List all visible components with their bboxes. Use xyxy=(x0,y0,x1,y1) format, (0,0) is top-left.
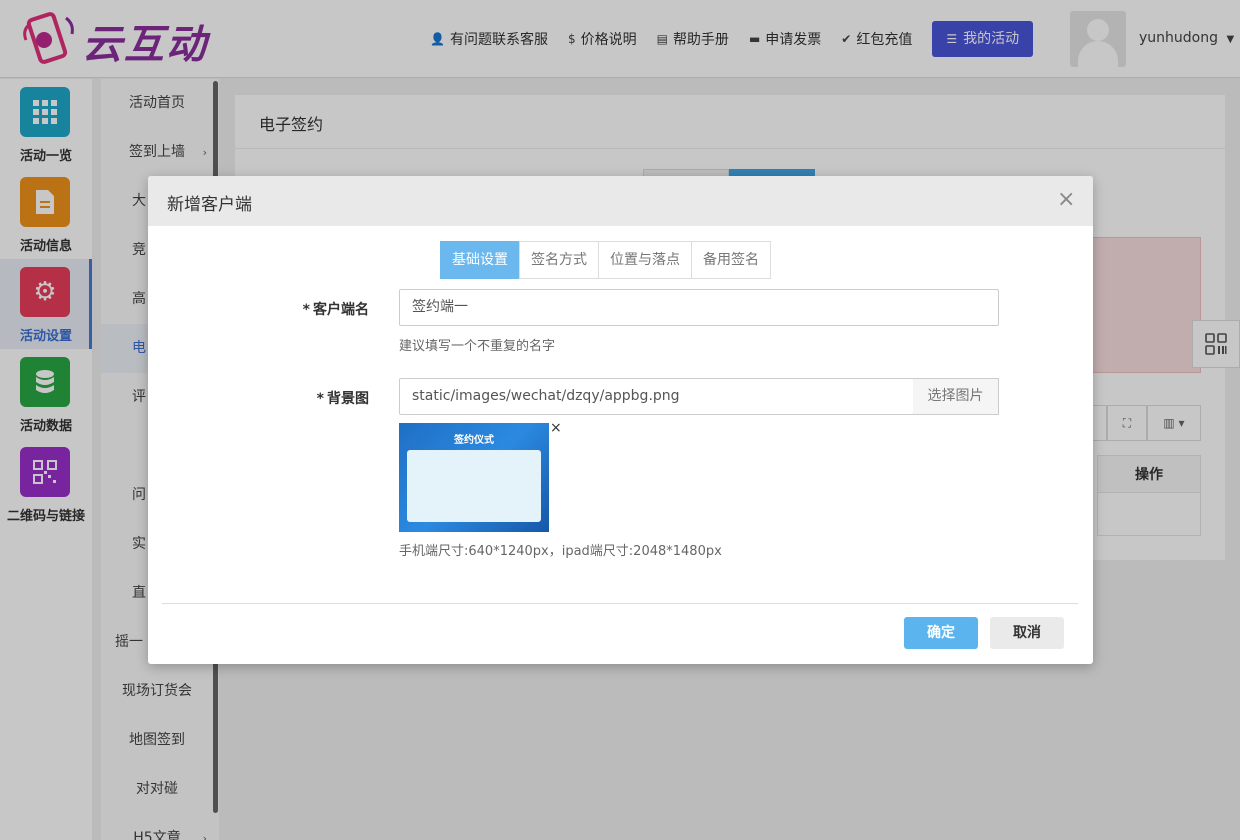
tab-position-placement[interactable]: 位置与落点 xyxy=(598,241,692,279)
required-mark: * xyxy=(316,391,324,407)
dialog-tabs: 基础设置 签名方式 位置与落点 备用签名 xyxy=(440,241,771,279)
tab-backup-signature[interactable]: 备用签名 xyxy=(691,241,771,279)
client-name-input[interactable]: 签约端一 xyxy=(399,289,999,326)
tab-basic-settings[interactable]: 基础设置 xyxy=(440,241,520,279)
add-client-dialog: 新增客户端 × 基础设置 签名方式 位置与落点 备用签名 * 客户端名 签约端一 … xyxy=(148,176,1093,664)
confirm-button[interactable]: 确定 xyxy=(904,617,978,649)
client-name-help: 建议填写一个不重复的名字 xyxy=(399,339,556,354)
background-label-text: 背景图 xyxy=(327,391,369,407)
thumbnail-card xyxy=(407,450,541,522)
background-label: * 背景图 xyxy=(249,388,369,408)
required-mark: * xyxy=(302,302,310,318)
client-name-label: * 客户端名 xyxy=(249,299,369,319)
background-thumbnail: 签约仪式 xyxy=(399,423,549,532)
dialog-footer-divider xyxy=(162,603,1078,604)
background-size-help: 手机端尺寸:640*1240px，ipad端尺寸:2048*1480px xyxy=(399,544,722,559)
background-path-input[interactable]: static/images/wechat/dzqy/appbg.png xyxy=(399,378,914,415)
close-icon[interactable]: × xyxy=(1057,189,1075,211)
remove-image-icon[interactable]: × xyxy=(550,420,562,436)
cancel-button[interactable]: 取消 xyxy=(990,617,1064,649)
tab-signature-method[interactable]: 签名方式 xyxy=(519,241,599,279)
choose-image-button[interactable]: 选择图片 xyxy=(913,378,999,415)
client-name-label-text: 客户端名 xyxy=(313,302,369,318)
dialog-header: 新增客户端 × xyxy=(148,176,1093,226)
thumbnail-title: 签约仪式 xyxy=(454,435,494,446)
dialog-title: 新增客户端 xyxy=(167,195,252,215)
